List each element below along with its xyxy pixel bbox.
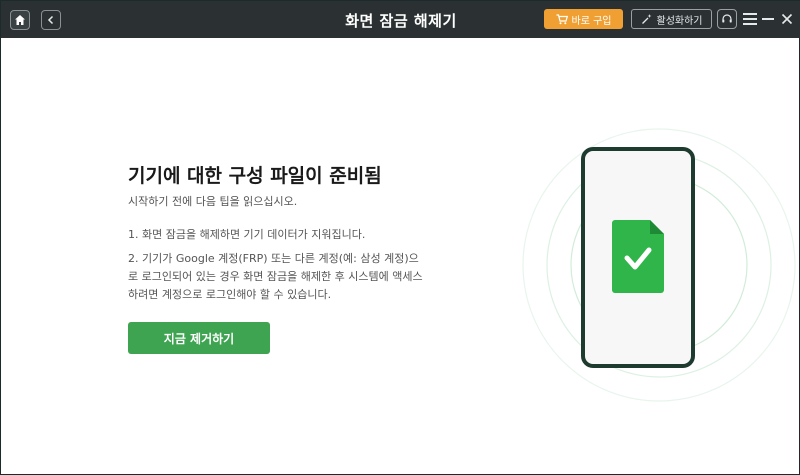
home-button[interactable] <box>10 10 30 30</box>
menu-icon <box>743 13 757 15</box>
buy-now-button[interactable]: 바로 구입 <box>544 9 623 29</box>
page-heading: 기기에 대한 구성 파일이 준비됨 <box>128 165 382 187</box>
home-icon <box>15 15 25 25</box>
minimize-button[interactable] <box>762 10 776 28</box>
file-check-icon <box>612 220 664 293</box>
tip-account-login: 2. 기기가 Google 계정(FRP) 또는 다른 계정(예: 삼성 계정)… <box>128 252 423 301</box>
remove-now-button[interactable]: 지금 제거하기 <box>128 322 270 354</box>
cart-icon <box>556 13 568 24</box>
title-bar: 화면 잠금 해제기 바로 구입 활성화하기 <box>1 1 800 38</box>
close-icon <box>781 13 793 25</box>
activate-label: 활성화하기 <box>656 15 703 27</box>
buy-now-label: 바로 구입 <box>571 15 612 27</box>
back-icon <box>47 15 54 25</box>
support-button[interactable] <box>717 9 737 29</box>
minimize-icon <box>762 18 774 20</box>
app-window: 화면 잠금 해제기 바로 구입 활성화하기 기기에 대한 구성 파일이 준비됨 … <box>0 0 800 475</box>
activate-button[interactable]: 활성화하기 <box>631 9 712 29</box>
tip-data-erase: 1. 화면 잠금을 해제하면 기기 데이터가 지워집니다. <box>128 228 366 241</box>
magic-wand-icon <box>641 14 651 24</box>
support-icon <box>722 14 732 23</box>
back-button[interactable] <box>41 10 61 30</box>
close-button[interactable] <box>779 10 795 28</box>
page-subtitle: 시작하기 전에 다음 팁을 읽으십시오. <box>128 195 298 208</box>
menu-button[interactable] <box>743 11 757 27</box>
